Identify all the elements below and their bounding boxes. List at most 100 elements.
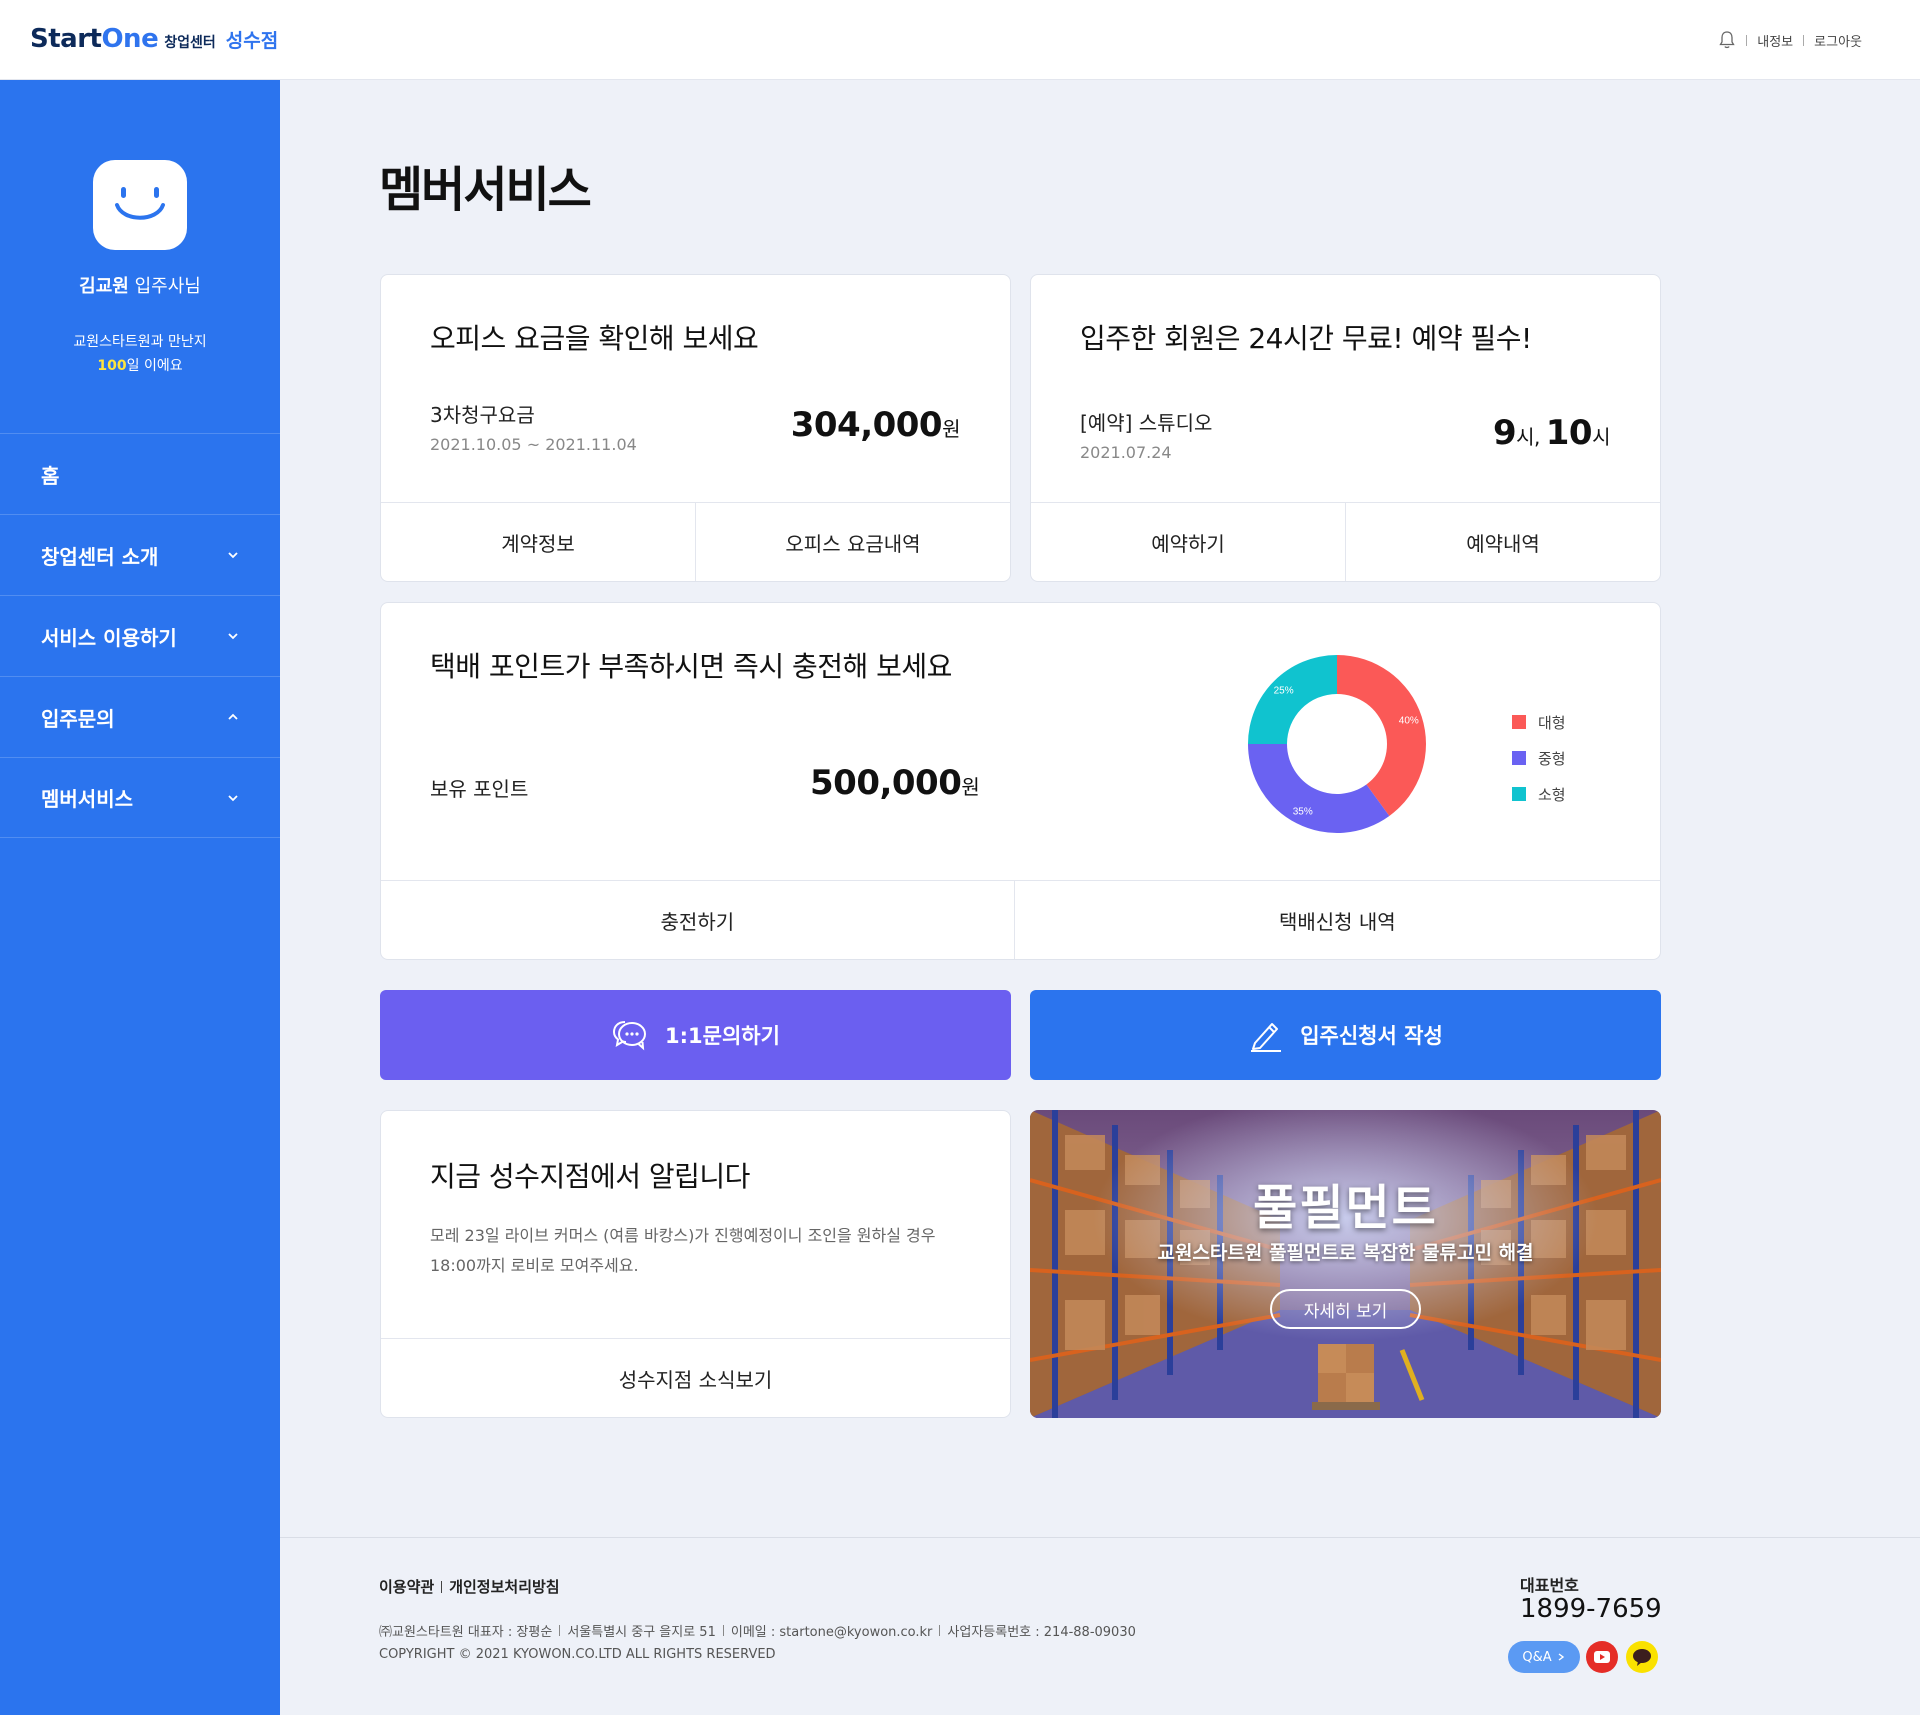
donut-value-label: 25% bbox=[1274, 686, 1294, 697]
youtube-glyph bbox=[1594, 1651, 1610, 1663]
sidebar-item-member-service[interactable]: 멤버서비스 bbox=[0, 757, 280, 838]
sidebar-item-label: 멤버서비스 bbox=[41, 787, 133, 811]
sidebar-item-center-intro[interactable]: 창업센터 소개 bbox=[0, 514, 280, 595]
legend-label: 중형 bbox=[1538, 749, 1566, 768]
footer: 이용약관 개인정보처리방침 ㈜교원스타트원 대표자 : 장평순 서울특별시 중구… bbox=[280, 1537, 1920, 1715]
divider bbox=[559, 1625, 561, 1636]
top-header: Start One 창업센터 성수점 내정보 로그아웃 bbox=[0, 0, 1920, 80]
legend-swatch bbox=[1512, 787, 1526, 801]
notice-actions: 성수지점 소식보기 bbox=[381, 1338, 1010, 1417]
divider bbox=[441, 1580, 443, 1593]
billing-label: 3차청구요금 bbox=[430, 403, 535, 427]
kakaotalk-glyph bbox=[1633, 1649, 1651, 1666]
qa-label: Q&A bbox=[1522, 1649, 1552, 1665]
point-amount-value: 500,000 bbox=[810, 763, 962, 803]
footer-links: 이용약관 개인정보처리방침 bbox=[379, 1576, 560, 1597]
days-line1: 교원스타트원과 만난지 bbox=[73, 334, 207, 350]
delivery-point-card: 택배 포인트가 부족하시면 즉시 충전해 보세요 보유 포인트 500,000원… bbox=[380, 602, 1661, 960]
my-info-link[interactable]: 내정보 bbox=[1757, 31, 1793, 50]
reservation-card: 입주한 회원은 24시간 무료! 예약 필수! [예약] 스튜디오 2021.0… bbox=[1030, 274, 1661, 582]
pencil-icon bbox=[1251, 1023, 1282, 1052]
fulfillment-banner[interactable]: 풀필먼트 교원스타트원 풀필먼트로 복잡한 물류고민 해결 자세히 보기 bbox=[1030, 1110, 1661, 1418]
chart-legend: 대형중형소형 bbox=[1512, 704, 1566, 812]
chevron-down-icon bbox=[228, 633, 238, 640]
legend-label: 대형 bbox=[1538, 713, 1566, 732]
divider bbox=[1803, 34, 1805, 46]
days-count: 100 bbox=[97, 358, 127, 374]
donut-slice-2 bbox=[1248, 655, 1337, 744]
chevron-up-icon bbox=[228, 713, 238, 720]
office-fee-history-button[interactable]: 오피스 요금내역 bbox=[695, 503, 1010, 581]
delivery-history-button[interactable]: 택배신청 내역 bbox=[1013, 881, 1660, 959]
legend-label: 소형 bbox=[1538, 785, 1566, 804]
reservation-unit-2: 시 bbox=[1592, 425, 1610, 449]
donut-slice-0 bbox=[1337, 655, 1426, 817]
chat-bubble-icon bbox=[613, 1021, 647, 1051]
legend-swatch bbox=[1512, 715, 1526, 729]
reservation-hour-2: 10 bbox=[1545, 413, 1593, 453]
logout-link[interactable]: 로그아웃 bbox=[1814, 31, 1862, 50]
chevron-down-icon bbox=[228, 795, 238, 802]
user-suffix: 입주사님 bbox=[128, 276, 201, 297]
office-fee-actions: 계약정보 오피스 요금내역 bbox=[381, 502, 1010, 581]
delivery-point-title: 택배 포인트가 부족하시면 즉시 충전해 보세요 bbox=[430, 650, 952, 683]
company-info: ㈜교원스타트원 대표자 : 장평순 서울특별시 중구 을지로 51 이메일 : … bbox=[379, 1621, 1136, 1640]
bell-icon[interactable] bbox=[1718, 30, 1736, 50]
billing-amount: 304,000원 bbox=[791, 405, 961, 445]
reservation-label: [예약] 스튜디오 bbox=[1080, 411, 1213, 435]
branch-news-button[interactable]: 성수지점 소식보기 bbox=[381, 1339, 1010, 1417]
notice-card: 지금 성수지점에서 알립니다 모레 23일 라이브 커머스 (여름 바캉스)가 … bbox=[380, 1110, 1011, 1418]
reservation-history-button[interactable]: 예약내역 bbox=[1345, 503, 1660, 581]
sidebar-item-services[interactable]: 서비스 이용하기 bbox=[0, 595, 280, 676]
office-fee-title: 오피스 요금을 확인해 보세요 bbox=[430, 322, 759, 355]
reservation-unit-1: 시, bbox=[1516, 425, 1546, 449]
sidebar-item-inquiry[interactable]: 입주문의 bbox=[0, 676, 280, 757]
delivery-point-actions: 충전하기 택배신청 내역 bbox=[381, 880, 1660, 959]
inquiry-button[interactable]: 1:1문의하기 bbox=[380, 990, 1011, 1080]
divider bbox=[939, 1625, 941, 1636]
delivery-size-donut-chart: 40% 35% 25% bbox=[1248, 655, 1426, 833]
reserve-button[interactable]: 예약하기 bbox=[1031, 503, 1345, 581]
company-address: 서울특별시 중구 을지로 51 bbox=[567, 1625, 716, 1640]
logo-start-text: Start bbox=[30, 24, 102, 54]
company-biz-no: 사업자등록번호 : 214-88-09030 bbox=[947, 1625, 1136, 1640]
promo-detail-button[interactable]: 자세히 보기 bbox=[1270, 1289, 1421, 1329]
smile-icon bbox=[115, 187, 165, 220]
page-title: 멤버서비스 bbox=[379, 162, 592, 218]
point-label: 보유 포인트 bbox=[430, 777, 529, 801]
copyright: COPYRIGHT © 2021 KYOWON.CO.LTD ALL RIGHT… bbox=[379, 1647, 776, 1662]
youtube-icon[interactable] bbox=[1586, 1641, 1618, 1673]
donut-value-label: 35% bbox=[1293, 806, 1313, 817]
billing-period: 2021.10.05 ~ 2021.11.04 bbox=[430, 435, 637, 454]
qa-button[interactable]: Q&A bbox=[1508, 1641, 1580, 1673]
kakaotalk-icon[interactable] bbox=[1626, 1641, 1658, 1673]
charge-button[interactable]: 충전하기 bbox=[381, 881, 1014, 959]
office-fee-card: 오피스 요금을 확인해 보세요 3차청구요금 2021.10.05 ~ 2021… bbox=[380, 274, 1011, 582]
legend-swatch bbox=[1512, 751, 1526, 765]
sidebar-item-home[interactable]: 홈 bbox=[0, 433, 280, 514]
reservation-date: 2021.07.24 bbox=[1080, 443, 1172, 462]
avatar bbox=[93, 160, 187, 250]
apply-form-button-label: 입주신청서 작성 bbox=[1300, 1024, 1443, 1048]
tel-number: 1899-7659 bbox=[1520, 1594, 1662, 1624]
promo-description: 교원스타트원 풀필먼트로 복잡한 물류고민 해결 bbox=[1157, 1242, 1534, 1264]
apply-form-button[interactable]: 입주신청서 작성 bbox=[1030, 990, 1661, 1080]
notice-title: 지금 성수지점에서 알립니다 bbox=[430, 1160, 750, 1193]
sidebar-item-label: 홈 bbox=[41, 463, 60, 488]
divider bbox=[1746, 34, 1748, 46]
company-ceo: ㈜교원스타트원 대표자 : 장평순 bbox=[379, 1625, 553, 1640]
promo-title: 풀필먼트 bbox=[1253, 1180, 1438, 1236]
logo[interactable]: Start One 창업센터 성수점 bbox=[30, 24, 278, 54]
legend-item: 소형 bbox=[1512, 776, 1566, 812]
sidebar-item-label: 서비스 이용하기 bbox=[41, 625, 177, 650]
reservation-time: 9시, 10시 bbox=[1493, 413, 1611, 453]
privacy-link[interactable]: 개인정보처리방침 bbox=[449, 1576, 559, 1597]
point-amount-unit: 원 bbox=[961, 775, 980, 799]
contract-info-button[interactable]: 계약정보 bbox=[381, 503, 695, 581]
top-utility: 내정보 로그아웃 bbox=[1718, 30, 1862, 50]
tel-label: 대표번호 bbox=[1520, 1576, 1579, 1595]
chevron-right-icon bbox=[1558, 1653, 1564, 1661]
terms-link[interactable]: 이용약관 bbox=[379, 1576, 434, 1597]
legend-item: 중형 bbox=[1512, 740, 1566, 776]
company-email: 이메일 : startone@kyowon.co.kr bbox=[730, 1625, 933, 1640]
